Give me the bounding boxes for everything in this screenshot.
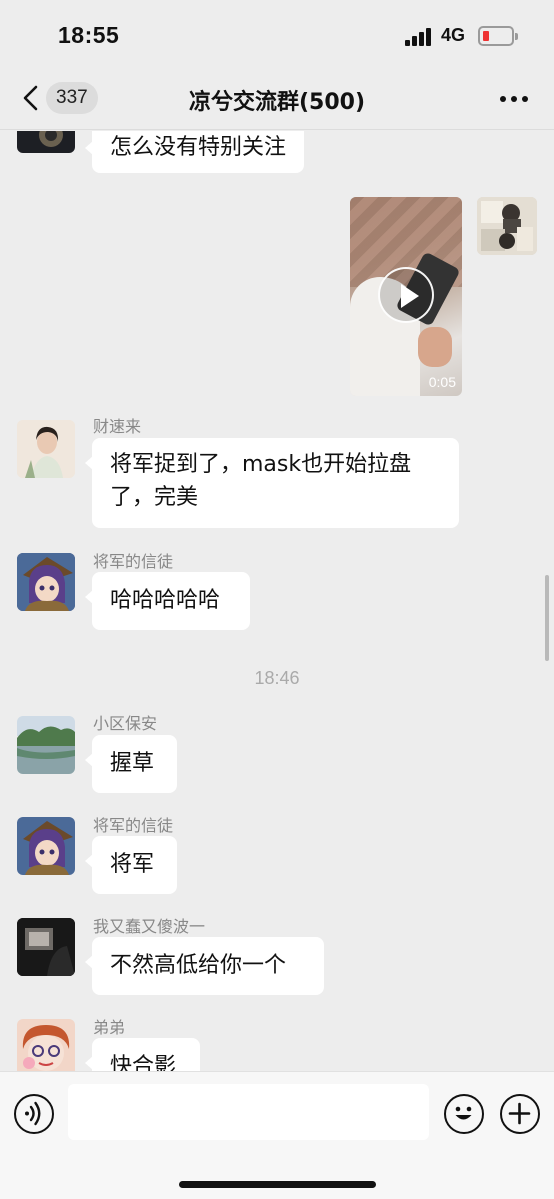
status-time: 18:55 — [58, 22, 120, 48]
self-avatar[interactable] — [477, 197, 537, 255]
message-text: 哈哈哈哈哈 — [110, 588, 221, 613]
sender-name: 小区保安 — [93, 714, 158, 733]
message-input[interactable] — [68, 1084, 429, 1140]
dark-photo-avatar[interactable] — [17, 918, 75, 976]
sender-name: 弟弟 — [93, 1018, 126, 1037]
sender-name: 将军的信徒 — [93, 552, 174, 571]
message-bubble[interactable]: 怎么没有特别关注 — [84, 131, 305, 173]
message-list[interactable]: 怎么没有特别关注 0:05 财速来 将军捉到了，mask也开始拉盘 了，完美 将… — [0, 131, 554, 1071]
message-text: 将军 — [110, 852, 155, 877]
message-text: 握草 — [110, 751, 155, 776]
woman-portrait-avatar[interactable] — [17, 420, 75, 478]
home-indicator[interactable] — [179, 1181, 376, 1188]
sender-name: 我又蠢又傻波一 — [93, 917, 206, 936]
sender-name: 财速来 — [93, 417, 142, 436]
message-bubble[interactable]: 将军 — [85, 836, 177, 894]
message-text-line: 了，完美 — [110, 485, 199, 510]
plus-icon[interactable] — [500, 1094, 540, 1134]
status-bar: 18:55 4G — [0, 0, 554, 72]
video-duration: 0:05 — [428, 374, 456, 390]
anime-girl-avatar[interactable] — [17, 553, 75, 611]
voice-icon[interactable] — [14, 1094, 54, 1134]
message-text: 不然高低给你一个 — [110, 953, 287, 978]
scrollbar[interactable] — [545, 575, 549, 661]
dark-avatar[interactable] — [17, 131, 75, 153]
message-bubble[interactable]: 哈哈哈哈哈 — [85, 572, 250, 630]
chat-title: 凉兮交流群(500) — [188, 90, 366, 115]
message-text-line: 将军捉到了，mask也开始拉盘 — [110, 452, 412, 477]
battery-icon — [478, 26, 518, 46]
video-message[interactable]: 0:05 — [350, 197, 462, 396]
more-dots-icon[interactable] — [498, 94, 530, 104]
time-divider: 18:46 — [254, 668, 300, 688]
message-text: 快合影 — [110, 1054, 177, 1071]
message-bubble[interactable]: 快合影 — [85, 1038, 200, 1071]
cartoon-avatar[interactable] — [17, 1019, 75, 1071]
chat-header: 337 凉兮交流群(500) — [0, 72, 554, 130]
input-bar — [0, 1071, 554, 1199]
message-bubble[interactable]: 将军捉到了，mask也开始拉盘 了，完美 — [85, 438, 459, 528]
anime-girl-avatar[interactable] — [17, 817, 75, 875]
play-icon[interactable] — [378, 267, 434, 323]
sender-name: 将军的信徒 — [93, 816, 174, 835]
emoji-icon[interactable] — [444, 1094, 484, 1134]
message-bubble[interactable]: 握草 — [85, 735, 177, 793]
signal-icon — [405, 28, 435, 46]
lake-landscape-avatar[interactable] — [17, 716, 75, 774]
message-text: 怎么没有特别关注 — [110, 135, 287, 160]
message-bubble[interactable]: 不然高低给你一个 — [85, 937, 324, 995]
network-label: 4G — [441, 25, 466, 45]
